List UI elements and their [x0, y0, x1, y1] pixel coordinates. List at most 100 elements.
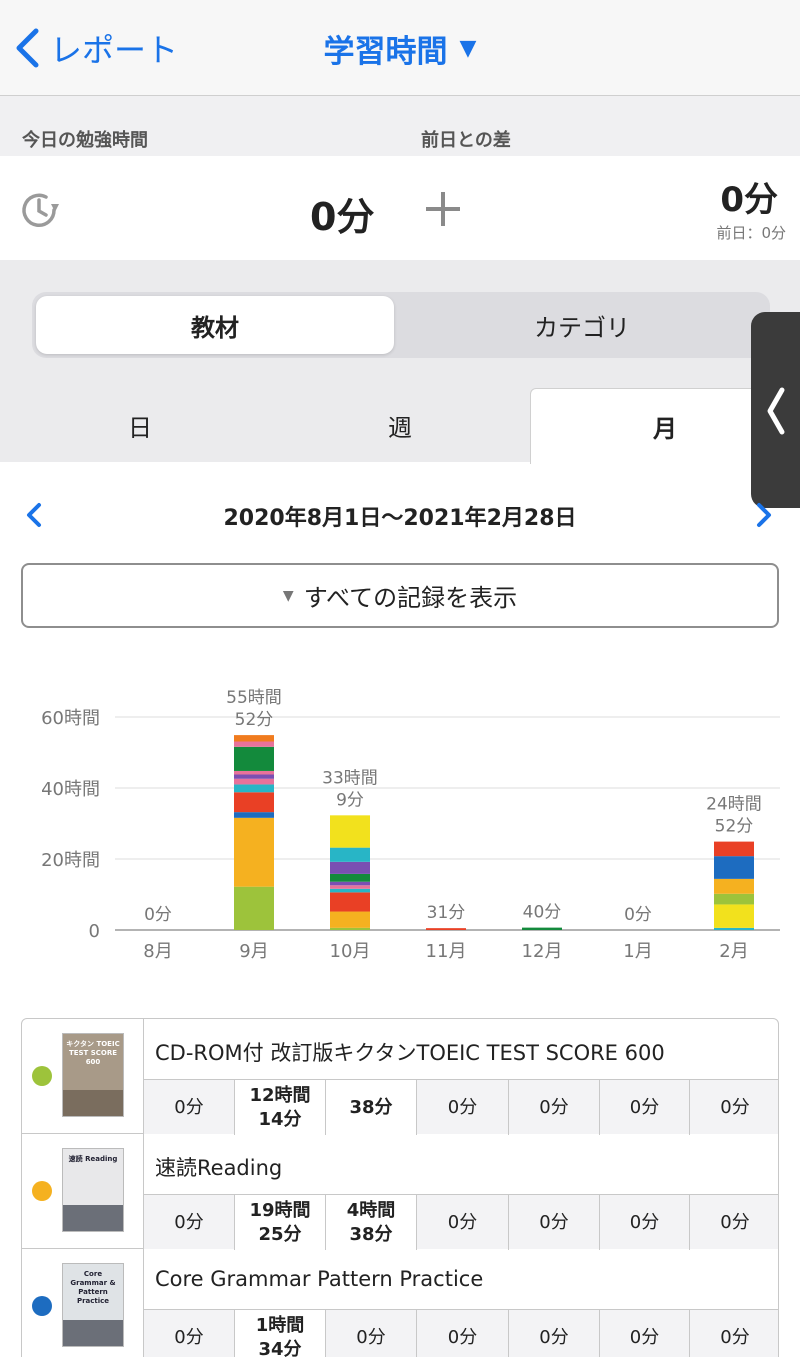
time-value: 1時間: [255, 1314, 305, 1336]
bar-segment: [714, 841, 754, 857]
bar-segment: [426, 928, 466, 930]
month-time-cell: 4時間 38分: [326, 1195, 417, 1250]
history-clock-icon[interactable]: [18, 188, 62, 232]
bar-segment: [234, 735, 274, 742]
x-tick-label: 11月: [426, 941, 467, 962]
time-value: 19時間: [249, 1199, 311, 1221]
time-value: 0分: [174, 1096, 204, 1118]
bar-segment: [330, 861, 370, 874]
y-tick-label: 60時間: [41, 708, 100, 729]
bar-segment: [330, 847, 370, 862]
stats-row: 0分 0分 前日：0分: [0, 156, 800, 260]
date-navigation: 2020年8月1日〜2021年2月28日: [0, 492, 800, 536]
time-value: 0分: [720, 1096, 750, 1118]
diff-value: 0分: [720, 180, 778, 220]
bar-segment: [330, 892, 370, 912]
bar-segment: [714, 893, 754, 905]
bar-segment: [330, 881, 370, 886]
material-color-dot: [32, 1066, 52, 1086]
bar-segment: [234, 784, 274, 793]
bar-segment: [234, 778, 274, 785]
month-time-cell: 0分: [600, 1195, 690, 1250]
time-value: 0分: [356, 1326, 386, 1348]
time-value: 0分: [447, 1096, 478, 1118]
side-drawer-handle[interactable]: [751, 312, 800, 508]
time-value: 4時間: [346, 1199, 396, 1221]
material-row[interactable]: Core Grammar & Pattern Practice Core Gram…: [22, 1249, 778, 1357]
time-value: 25分: [258, 1223, 302, 1245]
month-time-cell: 0分: [144, 1195, 235, 1250]
bar-segment: [234, 774, 274, 779]
data-label: 0分: [144, 905, 172, 925]
material-name: CD-ROM付 改訂版キクタンTOEIC TEST SCORE 600: [155, 1041, 665, 1065]
material-name: 速読Reading: [155, 1156, 283, 1180]
material-color-dot: [32, 1181, 52, 1201]
time-value: 0分: [447, 1326, 478, 1348]
segment-materials[interactable]: 教材: [36, 296, 394, 354]
x-tick-label: 2月: [719, 941, 748, 962]
data-label: 9分: [336, 790, 364, 810]
caret-down-icon: ▼: [459, 35, 477, 61]
page-title-dropdown[interactable]: 学習時間 ▼: [0, 22, 800, 74]
material-row[interactable]: 速読 Reading 速読Reading 0分 19時間 25分 4時間 38分 0分 0分 0分…: [22, 1134, 778, 1250]
today-label: 今日の勉強時間: [22, 130, 148, 151]
segmented-control: 教材 カテゴリ: [32, 292, 770, 358]
y-tick-label: 20時間: [41, 850, 100, 871]
time-value: 12時間: [249, 1084, 311, 1106]
bar-segment: [330, 815, 370, 848]
segment-category[interactable]: カテゴリ: [398, 296, 766, 354]
month-time-cell: 0分: [690, 1310, 778, 1357]
month-time-cell: 0分: [509, 1195, 600, 1250]
bar-segment: [714, 878, 754, 894]
x-tick-label: 9月: [239, 941, 268, 962]
material-name: Core Grammar Pattern Practice: [155, 1267, 484, 1291]
material-color-dot: [32, 1296, 52, 1316]
study-time-chart: 020時間40時間60時間8月0分9月55時間52分10月33時間9分11月31…: [41, 688, 780, 962]
month-time-cell: 0分: [417, 1195, 509, 1250]
data-label: 31分: [427, 903, 466, 923]
month-time-cell: 0分: [144, 1310, 235, 1357]
time-value: 0分: [539, 1096, 569, 1118]
book-cover-image: 速読 Reading: [62, 1148, 124, 1232]
bar-segment: [234, 817, 274, 887]
time-value: 0分: [720, 1326, 750, 1348]
time-value: 0分: [539, 1211, 569, 1233]
month-time-cell: 0分: [326, 1310, 417, 1357]
month-time-cell: 0分: [417, 1080, 509, 1135]
bar-segment: [330, 888, 370, 893]
monthly-times: 0分 12時間 14分 38分 0分 0分 0分 0分: [144, 1079, 778, 1135]
time-value: 38分: [349, 1096, 393, 1118]
month-time-cell: 1時間 34分: [235, 1310, 326, 1357]
page-title: 学習時間: [323, 33, 448, 70]
tab-day[interactable]: 日: [0, 388, 280, 462]
bar-segment: [234, 812, 274, 818]
time-value: 0分: [720, 1211, 750, 1233]
filter-label: すべての記録を表示: [303, 584, 518, 612]
data-label: 52分: [715, 817, 754, 837]
bar-segment: [714, 856, 754, 879]
show-all-records-button[interactable]: ▼ すべての記録を表示: [21, 563, 779, 628]
material-row[interactable]: キクタン TOEIC TEST SCORE 600 CD-ROM付 改訂版キクタン…: [22, 1019, 778, 1135]
time-value: 38分: [349, 1223, 393, 1245]
monthly-times: 0分 19時間 25分 4時間 38分 0分 0分 0分 0分: [144, 1194, 778, 1250]
bar-segment: [234, 746, 274, 771]
bar-segment: [234, 886, 274, 930]
bar-segment: [714, 927, 754, 930]
time-value: 0分: [174, 1326, 204, 1348]
tab-week[interactable]: 週: [270, 388, 530, 462]
diff-label: 前日との差: [421, 130, 511, 151]
chevron-right-icon[interactable]: [754, 502, 774, 528]
x-tick-label: 10月: [330, 941, 371, 962]
bar-segment: [330, 927, 370, 930]
month-time-cell: 0分: [509, 1080, 600, 1135]
monthly-times: 0分 1時間 34分 0分 0分 0分 0分 0分: [144, 1309, 778, 1357]
y-tick-label: 0: [89, 921, 100, 942]
time-value: 0分: [629, 1326, 660, 1348]
bar-segment: [234, 741, 274, 747]
time-value: 0分: [174, 1211, 204, 1233]
book-cover-image: Core Grammar & Pattern Practice: [62, 1263, 124, 1347]
month-time-cell: 0分: [600, 1080, 690, 1135]
materials-table: キクタン TOEIC TEST SCORE 600 CD-ROM付 改訂版キクタン…: [21, 1018, 779, 1357]
time-value: 34分: [258, 1338, 302, 1357]
bar-segment: [330, 873, 370, 882]
